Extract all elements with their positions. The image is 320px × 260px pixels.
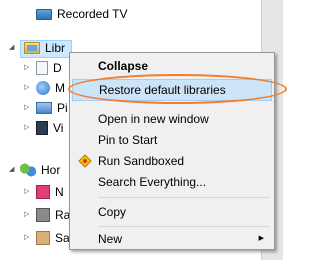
tree-item-label: Libr [45,41,66,55]
collapsed-arrow-icon[interactable]: ▷ [24,78,29,98]
tree-item-videos[interactable]: Vi [36,118,63,138]
user-avatar-icon [36,208,50,222]
libraries-icon [24,42,40,54]
collapsed-arrow-icon[interactable]: ▷ [24,182,29,202]
menu-item-label: Restore default libraries [99,83,226,97]
user-avatar-icon [36,231,50,245]
menu-item-run-sandboxed[interactable]: Run Sandboxed [72,150,272,172]
tree-item-homegroup[interactable]: Hor [20,160,60,180]
menu-item-pin-to-start[interactable]: Pin to Start [72,129,272,151]
menu-item-label: Run Sandboxed [98,154,185,168]
menu-separator [98,226,270,227]
tv-icon [36,8,52,20]
tree-item-libraries[interactable]: Libr [24,38,65,58]
tree-item-label: Hor [41,163,61,177]
tree-item-music[interactable]: M [36,78,65,98]
collapsed-arrow-icon[interactable]: ▷ [24,58,29,78]
tree-item-label: Pi [57,101,68,115]
sandbox-icon [78,154,92,168]
tree-item-label: M [55,81,65,95]
submenu-arrow-icon: ▶ [258,235,264,242]
collapsed-arrow-icon[interactable]: ▷ [24,205,29,225]
menu-item-label: Collapse [98,59,149,73]
menu-item-collapse[interactable]: Collapse [72,55,272,77]
collapsed-arrow-icon[interactable]: ▷ [24,228,29,248]
expanded-arrow-icon[interactable]: ◢ [9,160,14,180]
menu-item-search-everything[interactable]: Search Everything... [72,171,272,193]
menu-item-restore-default-libraries[interactable]: Restore default libraries [72,79,272,101]
tree-item-label: Recorded TV [57,7,128,21]
tree-item-label: Vi [53,121,64,135]
menu-item-label: Search Everything... [98,175,207,189]
menu-item-label: Open in new window [98,112,209,126]
menu-item-label: Copy [98,205,127,219]
context-menu: Collapse Restore default libraries Open … [69,52,275,250]
tree-item-documents[interactable]: D [36,58,62,78]
collapsed-arrow-icon[interactable]: ▷ [24,118,29,138]
tree-item-label: Sa [55,231,70,245]
collapsed-arrow-icon[interactable]: ▷ [24,98,29,118]
menu-item-label: Pin to Start [98,133,158,147]
tree-item-label: D [53,61,62,75]
tree-item-recorded-tv[interactable]: Recorded TV [36,4,127,24]
expanded-arrow-icon[interactable]: ◢ [9,38,14,58]
pictures-icon [36,102,52,114]
tree-item-label: N [55,185,64,199]
menu-item-new[interactable]: New ▶ [72,228,272,250]
menu-item-label: New [98,232,123,246]
menu-item-open-new-window[interactable]: Open in new window [72,108,272,130]
user-avatar-icon [36,185,50,199]
tree-item-home-user-2[interactable]: Ra [36,205,70,225]
menu-separator [98,197,270,198]
tree-item-pictures[interactable]: Pi [36,98,68,118]
homegroup-icon [20,163,36,177]
tree-item-home-user-3[interactable]: Sa [36,228,70,248]
music-icon [36,81,50,95]
documents-icon [36,61,48,75]
videos-icon [36,121,48,135]
tree-item-home-user-1[interactable]: N [36,182,64,202]
menu-item-copy[interactable]: Copy [72,201,272,223]
